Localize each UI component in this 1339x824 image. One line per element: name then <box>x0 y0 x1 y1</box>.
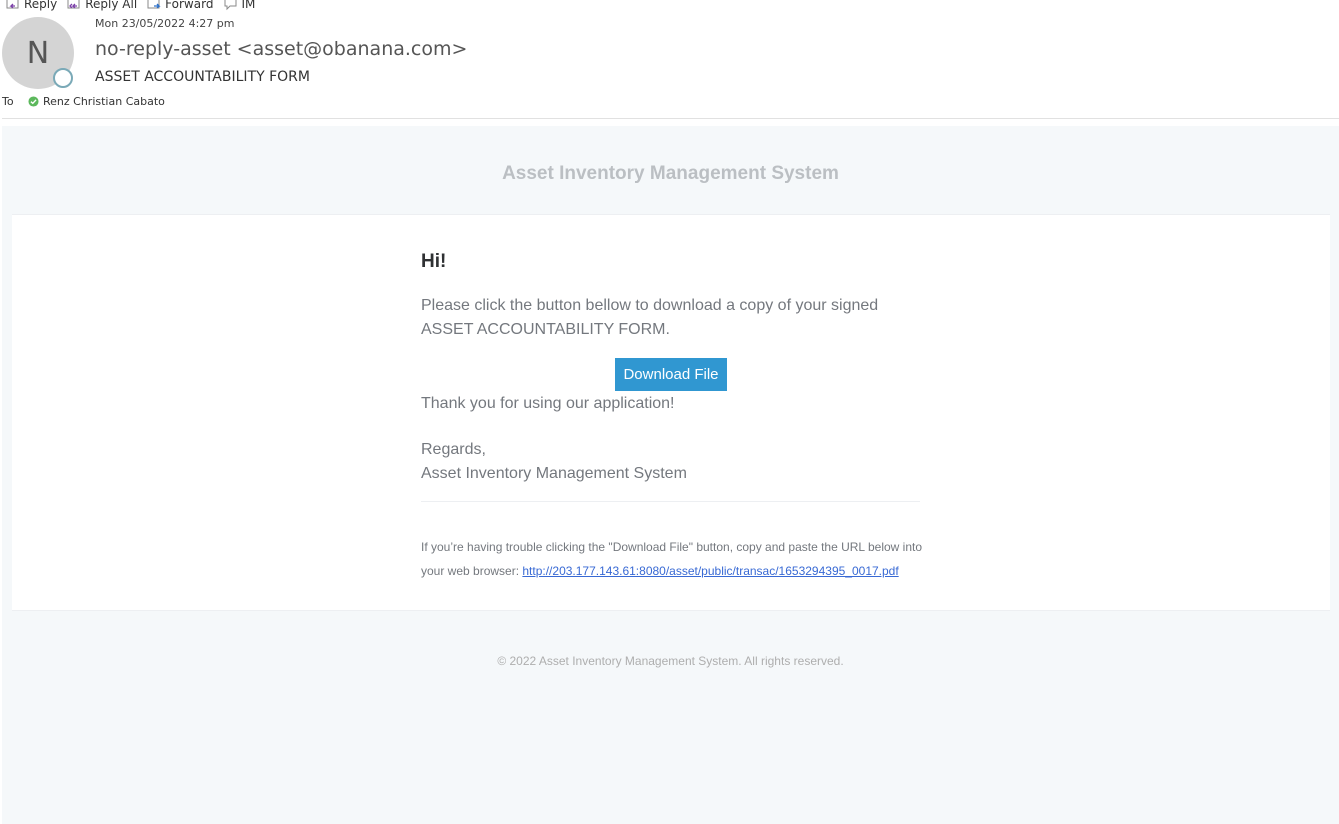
reply-all-button[interactable]: Reply All <box>67 0 137 11</box>
reply-label: Reply <box>24 0 58 11</box>
greeting: Hi! <box>421 251 447 272</box>
intro-text: Please click the button bellow to downlo… <box>421 297 879 338</box>
message-subject: ASSET ACCOUNTABILITY FORM <box>95 69 310 85</box>
forward-label: Forward <box>165 0 214 11</box>
recipient-name[interactable]: Renz Christian Cabato <box>43 95 165 108</box>
forward-button[interactable]: Forward <box>147 0 213 11</box>
reply-all-label: Reply All <box>85 0 138 11</box>
button-row: Download File <box>421 358 921 391</box>
content-divider <box>421 501 920 502</box>
message-sender[interactable]: no-reply-asset <asset@obanana.com> <box>95 38 467 60</box>
regards-block: Regards, Asset Inventory Management Syst… <box>421 438 687 486</box>
im-label: IM <box>241 0 256 11</box>
message-date: Mon 23/05/2022 4:27 pm <box>95 17 235 30</box>
signature: Asset Inventory Management System <box>421 465 687 482</box>
email-body: Asset Inventory Management System Hi! Pl… <box>2 126 1339 824</box>
presence-status-icon <box>53 68 73 88</box>
email-header-title[interactable]: Asset Inventory Management System <box>2 163 1339 185</box>
im-button[interactable]: IM <box>223 0 255 11</box>
avatar-initial: N <box>26 35 50 71</box>
email-card: Hi! Please click the button bellow to do… <box>12 214 1330 611</box>
reply-icon <box>6 0 19 9</box>
download-file-button[interactable]: Download File <box>615 358 727 391</box>
header-divider <box>2 118 1339 119</box>
check-circle-icon <box>28 96 39 107</box>
reply-button[interactable]: Reply <box>6 0 57 11</box>
chat-bubble-icon <box>224 0 237 11</box>
thanks-text: Thank you for using our application! <box>421 395 675 412</box>
recipient-row: To Renz Christian Cabato <box>2 95 165 108</box>
to-label: To <box>2 95 14 108</box>
message-toolbar: Reply Reply All Forward IM <box>6 0 255 12</box>
email-footer: © 2022 Asset Inventory Management System… <box>497 654 844 668</box>
download-url-link[interactable]: http://203.177.143.61:8080/asset/public/… <box>522 564 898 578</box>
reply-all-icon <box>67 0 80 9</box>
subcopy: If you’re having trouble clicking the "D… <box>421 535 941 583</box>
regards-line: Regards, <box>421 441 486 458</box>
forward-icon <box>147 0 161 9</box>
